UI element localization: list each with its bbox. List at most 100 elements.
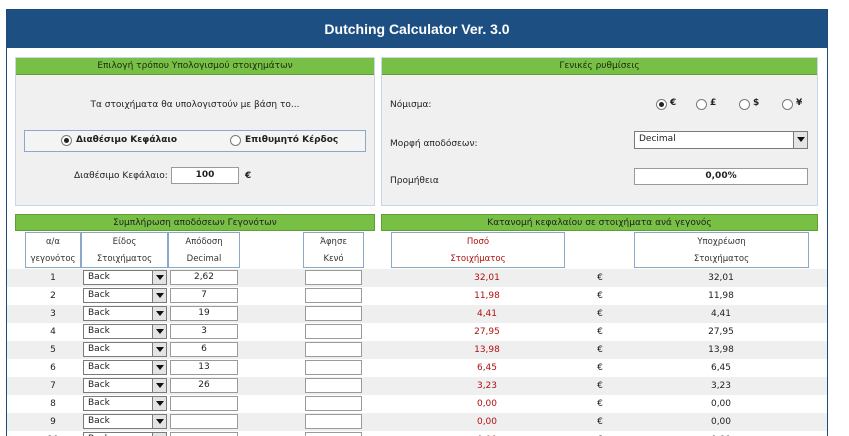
row-index: 10 <box>25 431 81 436</box>
odds-format-select[interactable]: Decimal <box>634 131 808 149</box>
bet-type-select[interactable]: Back <box>83 306 167 321</box>
col-stake-line2: Στοιχήματος <box>450 254 506 264</box>
odds-input[interactable]: 7 <box>170 288 238 303</box>
bet-type-select[interactable]: Back <box>83 396 167 411</box>
table-row: 5 Back 6 13,98 €13,98 <box>7 341 827 359</box>
currency-yen-label[interactable]: ¥ <box>796 98 802 108</box>
leave-empty-input[interactable] <box>305 270 362 285</box>
mode-capital-label[interactable]: Διαθέσιμο Κεφάλαιο <box>76 135 177 145</box>
currency-gbp-label[interactable]: £ <box>710 98 716 108</box>
odds-input[interactable]: 19 <box>170 306 238 321</box>
col-empty-line2: Κενό <box>323 254 344 264</box>
col-type-line2: Στοιχήματος <box>96 254 153 264</box>
row-index: 2 <box>50 291 56 301</box>
commission-label: Προμήθεια <box>390 176 439 186</box>
odds-input[interactable]: 2,62 <box>170 270 238 285</box>
capital-value: 100 <box>195 170 215 180</box>
calc-mode-header: Επιλογή τρόπου Υπολογισμού στοιχημάτων <box>16 58 374 75</box>
bet-type-select[interactable]: Back <box>83 360 167 375</box>
table-row: 8 Back 0,00 €0,00 <box>7 395 827 413</box>
chevron-down-icon[interactable] <box>152 379 166 392</box>
liability-value: 11,98 <box>708 291 734 301</box>
leave-empty-input[interactable] <box>305 378 362 393</box>
leave-empty-input[interactable] <box>305 432 362 436</box>
stake-currency: € <box>597 381 603 391</box>
bet-type-value: Back <box>88 344 110 354</box>
stake-value: 11,98 <box>474 291 500 301</box>
general-settings-panel: Γενικές ρυθμίσεις Νόμισμα: € £ $ ¥ Μορφή… <box>381 57 818 206</box>
stake-currency: € <box>597 273 603 283</box>
odds-input[interactable] <box>170 414 238 429</box>
bet-type-value: Back <box>88 416 110 426</box>
currency-gbp-radio[interactable] <box>696 99 707 110</box>
capital-input[interactable]: 100 <box>171 167 239 184</box>
odds-input[interactable]: 26 <box>170 378 238 393</box>
row-index: 5 <box>50 345 56 355</box>
table-row: 4 Back 3 27,95 €27,95 <box>7 323 827 341</box>
liability-value: 32,01 <box>708 273 734 283</box>
col-liability-line1: Υποχρέωση <box>697 237 746 247</box>
stake-value: 3,23 <box>476 381 498 391</box>
currency-yen-radio[interactable] <box>782 99 793 110</box>
leave-empty-input[interactable] <box>305 288 362 303</box>
col-liability-header: Υποχρέωση Στοιχήματος <box>634 232 809 268</box>
chevron-down-icon[interactable] <box>152 361 166 374</box>
chevron-down-icon[interactable] <box>152 397 166 410</box>
currency-usd-radio[interactable] <box>739 99 750 110</box>
leave-empty-input[interactable] <box>305 396 362 411</box>
chevron-down-icon[interactable] <box>152 271 166 284</box>
odds-input[interactable] <box>170 396 238 411</box>
bet-type-select[interactable]: Back <box>83 288 167 303</box>
col-idx-header: α/α γεγονότος <box>25 232 81 268</box>
bet-type-select[interactable]: Back <box>83 378 167 393</box>
app-window: Dutching Calculator Ver. 3.0 Επιλογή τρό… <box>6 9 828 436</box>
tables-area: Συμπλήρωση αποδόσεων Γεγονότων Κατανομή … <box>7 214 827 436</box>
leave-empty-input[interactable] <box>305 360 362 375</box>
stake-value: 0,00 <box>402 431 572 436</box>
table-row: 2 Back 7 11,98 €11,98 <box>7 287 827 305</box>
col-liability-line2: Στοιχήματος <box>693 254 750 264</box>
chevron-down-icon[interactable] <box>152 289 166 302</box>
leave-empty-input[interactable] <box>305 324 362 339</box>
table-row: 1 Back 2,62 32,01 €32,01 <box>7 269 827 287</box>
bet-type-select[interactable]: Back <box>83 324 167 339</box>
stake-currency: € <box>597 363 603 373</box>
chevron-down-icon[interactable] <box>152 325 166 338</box>
mode-profit-label[interactable]: Επιθυμητό Κέρδος <box>245 135 338 145</box>
row-index: 4 <box>50 327 56 337</box>
leave-empty-input[interactable] <box>305 306 362 321</box>
currency-usd-label[interactable]: $ <box>753 98 759 108</box>
stake-value: 6,45 <box>476 363 498 373</box>
liability-value: 4,41 <box>710 309 732 319</box>
liability-value: 6,45 <box>710 363 732 373</box>
currency-eur-radio[interactable] <box>656 99 667 110</box>
col-odds-line2: Decimal <box>186 254 222 264</box>
bet-type-select[interactable]: Back <box>83 432 167 436</box>
col-empty-header: Άφησε Κενό <box>303 232 364 268</box>
stake-currency: € <box>597 309 603 319</box>
bet-type-select[interactable]: Back <box>83 270 167 285</box>
mode-profit-radio[interactable] <box>230 135 241 146</box>
odds-input[interactable]: 6 <box>170 342 238 357</box>
odds-input[interactable]: 3 <box>170 324 238 339</box>
col-type-header: Είδος Στοιχήματος <box>81 232 168 268</box>
odds-input[interactable] <box>170 432 238 436</box>
leave-empty-input[interactable] <box>305 342 362 357</box>
col-type-line1: Είδος <box>112 237 137 247</box>
bet-type-select[interactable]: Back <box>83 342 167 357</box>
stake-currency: € <box>597 399 603 409</box>
col-idx-line2: γεγονότος <box>30 254 76 264</box>
leave-empty-input[interactable] <box>305 414 362 429</box>
chevron-down-icon[interactable] <box>793 132 807 148</box>
chevron-down-icon[interactable] <box>152 307 166 320</box>
bet-type-select[interactable]: Back <box>83 414 167 429</box>
table-row: 9 Back 0,00 €0,00 <box>7 413 827 431</box>
odds-input[interactable]: 13 <box>170 360 238 375</box>
commission-input[interactable]: 0,00% <box>634 168 808 185</box>
allocation-table-header: Κατανομή κεφαλαίου σε στοιχήματα ανά γεγ… <box>381 214 818 231</box>
chevron-down-icon[interactable] <box>152 343 166 356</box>
chevron-down-icon[interactable] <box>152 415 166 428</box>
mode-capital-radio[interactable] <box>61 135 72 146</box>
bet-type-value: Back <box>88 362 110 372</box>
currency-eur-label[interactable]: € <box>670 98 676 108</box>
